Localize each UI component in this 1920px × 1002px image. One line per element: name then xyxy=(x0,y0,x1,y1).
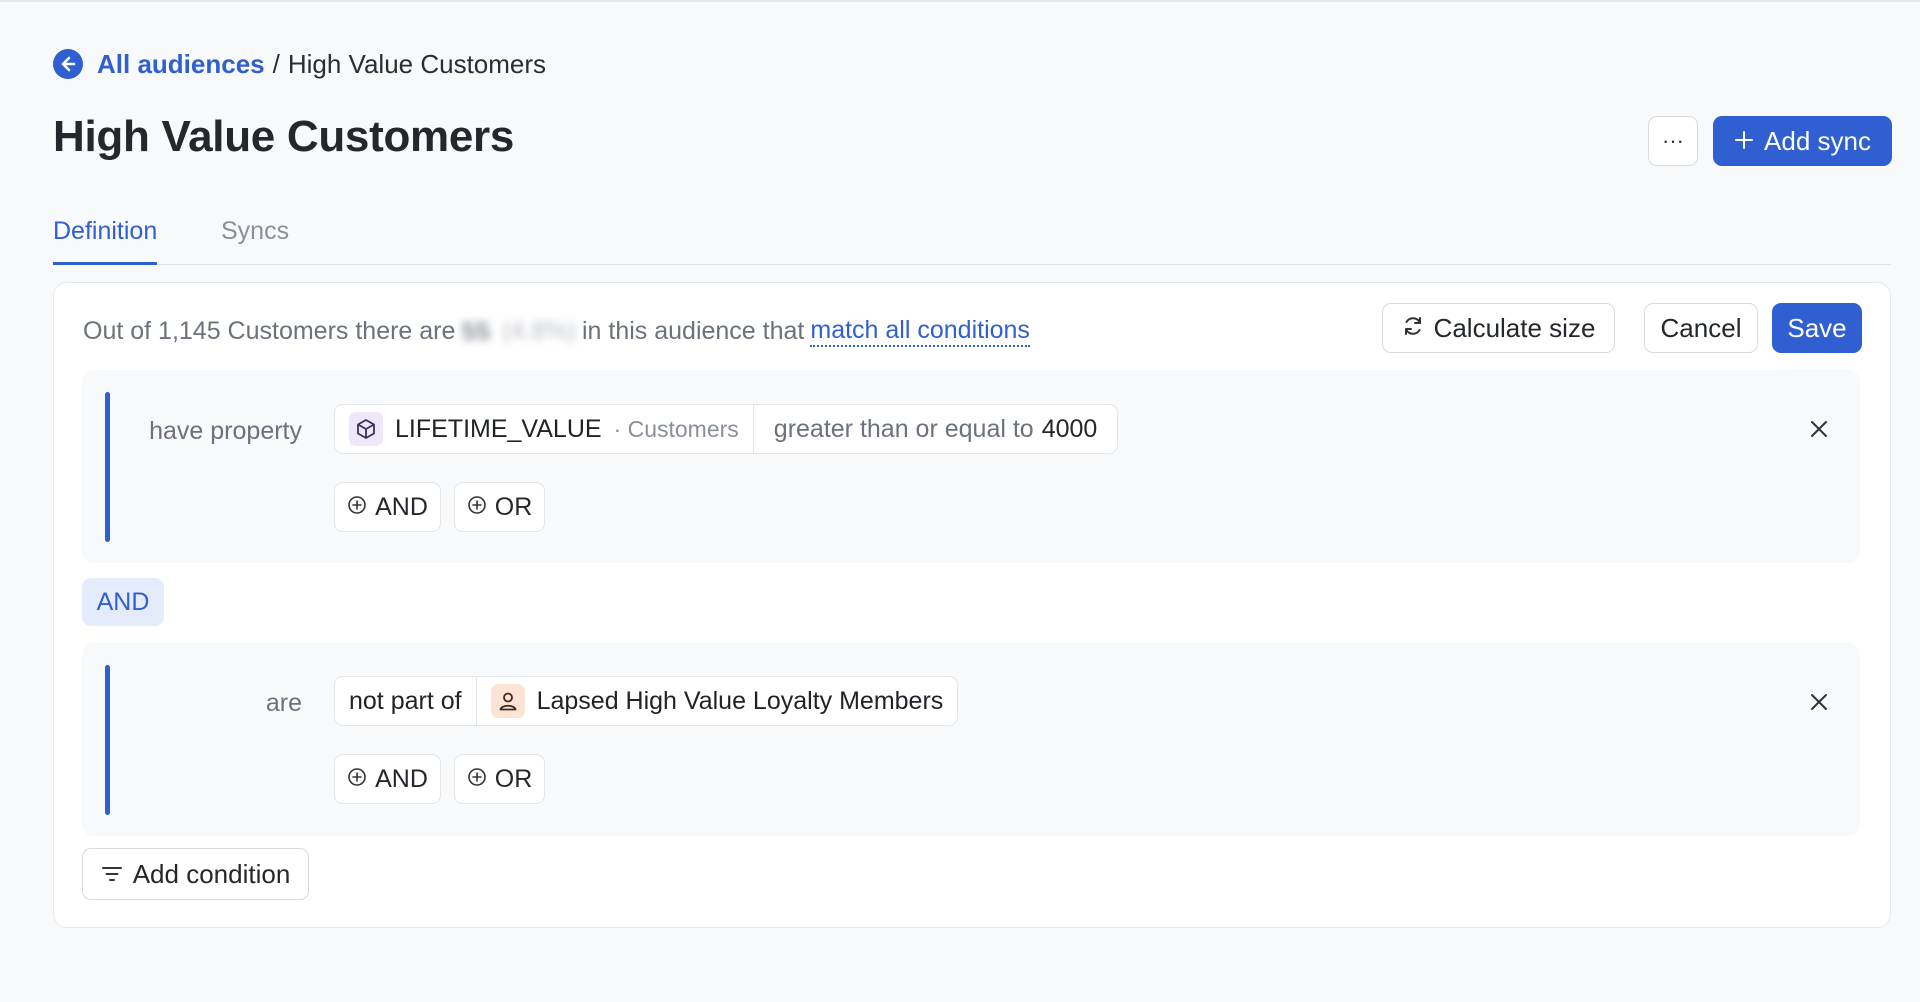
condition-value: 4000 xyxy=(1041,414,1098,443)
add-sync-label: Add sync xyxy=(1764,125,1871,156)
add-and-label: AND xyxy=(375,492,428,521)
add-or-button[interactable]: OR xyxy=(454,482,545,532)
operator-label: not part of xyxy=(349,686,462,715)
add-condition-label: Add condition xyxy=(132,858,291,889)
tab-bar: Definition Syncs xyxy=(53,213,1891,265)
add-and-label: AND xyxy=(375,764,428,793)
user-icon xyxy=(490,684,525,718)
save-button[interactable]: Save xyxy=(1772,303,1862,353)
add-or-label: OR xyxy=(494,764,533,793)
breadcrumb-current: High Value Customers xyxy=(287,48,547,79)
more-options-button[interactable]: ··· xyxy=(1648,116,1698,166)
summary-prefix: Out of 1,145 Customers there are xyxy=(83,317,456,345)
add-or-label: OR xyxy=(494,492,533,521)
top-border xyxy=(0,0,1920,2)
condition-label: are xyxy=(265,689,302,717)
plus-circle-icon xyxy=(347,493,367,522)
audience-name: Lapsed High Value Loyalty Members xyxy=(536,686,944,715)
property-condition-pill: LIFETIME_VALUE · Customers greater than … xyxy=(334,404,1119,454)
remove-condition-icon[interactable] xyxy=(1806,689,1832,715)
audience-selector[interactable]: Lapsed High Value Loyalty Members xyxy=(475,677,958,725)
arrow-left-circle-icon[interactable] xyxy=(53,49,83,79)
audience-summary: Out of 1,145 Customers there are 55 (4.8… xyxy=(83,316,1030,347)
cancel-button[interactable]: Cancel xyxy=(1644,303,1758,353)
filter-icon xyxy=(101,859,123,890)
page-title: High Value Customers xyxy=(53,112,515,161)
membership-operator-selector[interactable]: not part of xyxy=(335,677,476,725)
add-or-button[interactable]: OR xyxy=(454,754,545,804)
plus-circle-icon xyxy=(467,765,487,794)
more-options-label: ··· xyxy=(1662,128,1684,153)
condition-block-property: have property LIFETIME_VALUE · Customers… xyxy=(82,370,1860,563)
cube-icon xyxy=(349,412,383,446)
summary-middle: in this audience that xyxy=(581,317,805,345)
add-sync-button[interactable]: Add sync xyxy=(1713,116,1892,166)
tab-syncs[interactable]: Syncs xyxy=(221,217,289,262)
match-all-conditions-link[interactable]: match all conditions xyxy=(810,316,1030,347)
plus-circle-icon xyxy=(347,765,367,794)
property-selector[interactable]: LIFETIME_VALUE · Customers xyxy=(335,405,753,453)
condition-group-bar xyxy=(105,665,110,815)
plus-icon xyxy=(1734,126,1754,157)
audience-count: 55 xyxy=(461,316,491,346)
breadcrumb: All audiences / High Value Customers xyxy=(53,47,546,81)
condition-block-audience: are not part of Lapsed High Value Loyalt… xyxy=(82,643,1860,836)
add-and-button[interactable]: AND xyxy=(334,482,441,532)
condition-joiner-badge: AND xyxy=(82,578,164,626)
add-condition-button[interactable]: Add condition xyxy=(82,848,309,900)
operator-label: greater than or equal to xyxy=(773,414,1034,443)
condition-group-bar xyxy=(105,392,110,542)
calculate-size-label: Calculate size xyxy=(1433,312,1596,343)
refresh-icon xyxy=(1402,313,1424,344)
audience-condition-pill: not part of Lapsed High Value Loyalty Me… xyxy=(334,676,959,726)
breadcrumb-separator: / xyxy=(272,48,280,79)
property-source: · Customers xyxy=(613,415,739,442)
audience-definition-card: Out of 1,145 Customers there are 55 (4.8… xyxy=(53,282,1891,928)
remove-condition-icon[interactable] xyxy=(1806,416,1832,442)
condition-label: have property xyxy=(149,417,302,445)
tab-definition[interactable]: Definition xyxy=(53,217,158,265)
add-and-button[interactable]: AND xyxy=(334,754,441,804)
breadcrumb-all-audiences-link[interactable]: All audiences xyxy=(97,49,265,80)
audience-percent: (4.8%) xyxy=(502,317,576,345)
calculate-size-button[interactable]: Calculate size xyxy=(1382,303,1615,353)
plus-circle-icon xyxy=(467,493,487,522)
operator-value-selector[interactable]: greater than or equal to 4000 xyxy=(752,405,1118,453)
property-name: LIFETIME_VALUE xyxy=(395,414,602,443)
